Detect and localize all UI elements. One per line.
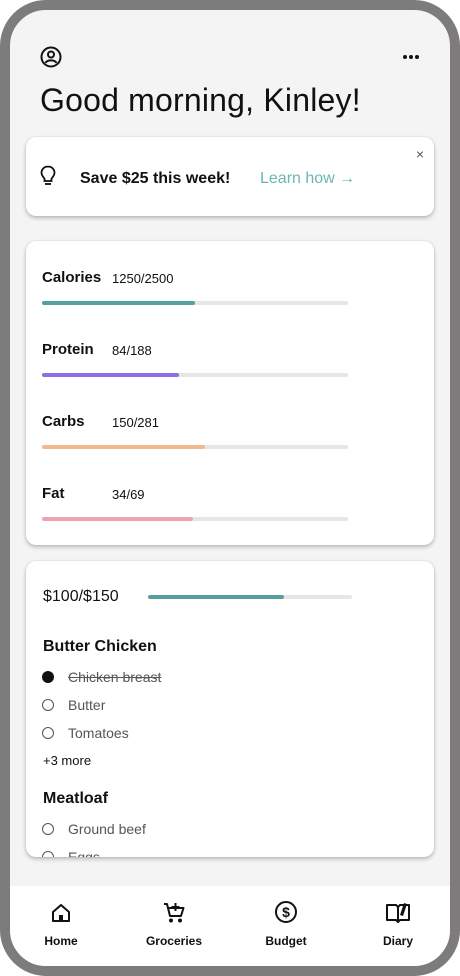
- learn-how-link[interactable]: Learn how →: [260, 170, 355, 188]
- macro-progress-track: [42, 517, 348, 521]
- book-icon: [353, 900, 443, 926]
- macro-progress-fill: [42, 373, 179, 377]
- recipe-title: Meatloaf: [43, 790, 108, 807]
- macro-value: 84/188: [112, 343, 152, 358]
- close-icon[interactable]: ×: [416, 146, 424, 162]
- macro-name: Carbs: [42, 413, 85, 430]
- profile-icon[interactable]: [40, 46, 62, 73]
- phone-frame: Good morning, Kinley! Save $25 this week…: [0, 0, 460, 976]
- tip-text: Save $25 this week!: [80, 170, 231, 187]
- macro-progress-fill: [42, 517, 193, 521]
- unchecked-radio[interactable]: [42, 823, 54, 835]
- grocery-item-label: Tomatoes: [68, 725, 129, 741]
- grocery-item-label: Butter: [68, 697, 106, 713]
- app-screen: Good morning, Kinley! Save $25 this week…: [10, 10, 450, 966]
- macro-value: 1250/2500: [112, 271, 174, 286]
- nav-label: Groceries: [145, 934, 203, 948]
- lightbulb-icon: [40, 165, 56, 192]
- grocery-list-card: $100/$150 Butter Chicken Chicken breast …: [26, 561, 434, 857]
- grocery-item[interactable]: Tomatoes: [42, 725, 242, 743]
- budget-progress-fill: [148, 595, 285, 599]
- macro-value: 34/69: [112, 487, 145, 502]
- cart-icon: [129, 900, 219, 926]
- budget-progress-track: [148, 595, 352, 599]
- bottom-navigation: Home Groceries $ Budget Diary: [10, 886, 450, 966]
- more-options-icon[interactable]: [402, 48, 420, 71]
- macro-progress-track: [42, 445, 348, 449]
- show-more-link[interactable]: +3 more: [43, 753, 91, 768]
- macro-progress-fill: [42, 445, 206, 449]
- greeting-title: Good morning, Kinley!: [40, 82, 361, 118]
- checked-radio[interactable]: [42, 671, 54, 683]
- macros-card: Calories 1250/2500 Protein 84/188 Carbs …: [26, 241, 434, 545]
- unchecked-radio[interactable]: [42, 727, 54, 739]
- nav-label: Diary: [382, 934, 414, 948]
- grocery-item[interactable]: Eggs: [42, 849, 242, 857]
- macro-progress-track: [42, 301, 348, 305]
- macro-progress-fill: [42, 301, 195, 305]
- grocery-item-label: Eggs: [68, 849, 100, 857]
- nav-diary[interactable]: Diary: [353, 900, 443, 948]
- nav-home[interactable]: Home: [16, 900, 106, 948]
- savings-tip-card: Save $25 this week! Learn how → ×: [26, 137, 434, 216]
- macro-value: 150/281: [112, 415, 159, 430]
- budget-label: $100/$150: [43, 588, 119, 605]
- grocery-item-label: Ground beef: [68, 821, 146, 837]
- home-icon: [16, 900, 106, 926]
- grocery-item[interactable]: Butter: [42, 697, 242, 715]
- dollar-circle-icon: $: [241, 900, 331, 926]
- nav-label: Home: [44, 934, 78, 948]
- nav-groceries[interactable]: Groceries: [129, 900, 219, 948]
- svg-text:$: $: [282, 904, 290, 920]
- recipe-title: Butter Chicken: [43, 638, 157, 655]
- grocery-item[interactable]: Chicken breast: [42, 669, 242, 687]
- macro-name: Calories: [42, 269, 102, 286]
- macro-progress-track: [42, 373, 348, 377]
- nav-budget[interactable]: $ Budget: [241, 900, 331, 948]
- unchecked-radio[interactable]: [42, 699, 54, 711]
- grocery-item-label: Chicken breast: [68, 669, 162, 685]
- macro-name: Fat: [42, 485, 65, 502]
- macro-name: Protein: [42, 341, 94, 358]
- grocery-item[interactable]: Ground beef: [42, 821, 242, 839]
- nav-label: Budget: [265, 934, 307, 948]
- unchecked-radio[interactable]: [42, 851, 54, 857]
